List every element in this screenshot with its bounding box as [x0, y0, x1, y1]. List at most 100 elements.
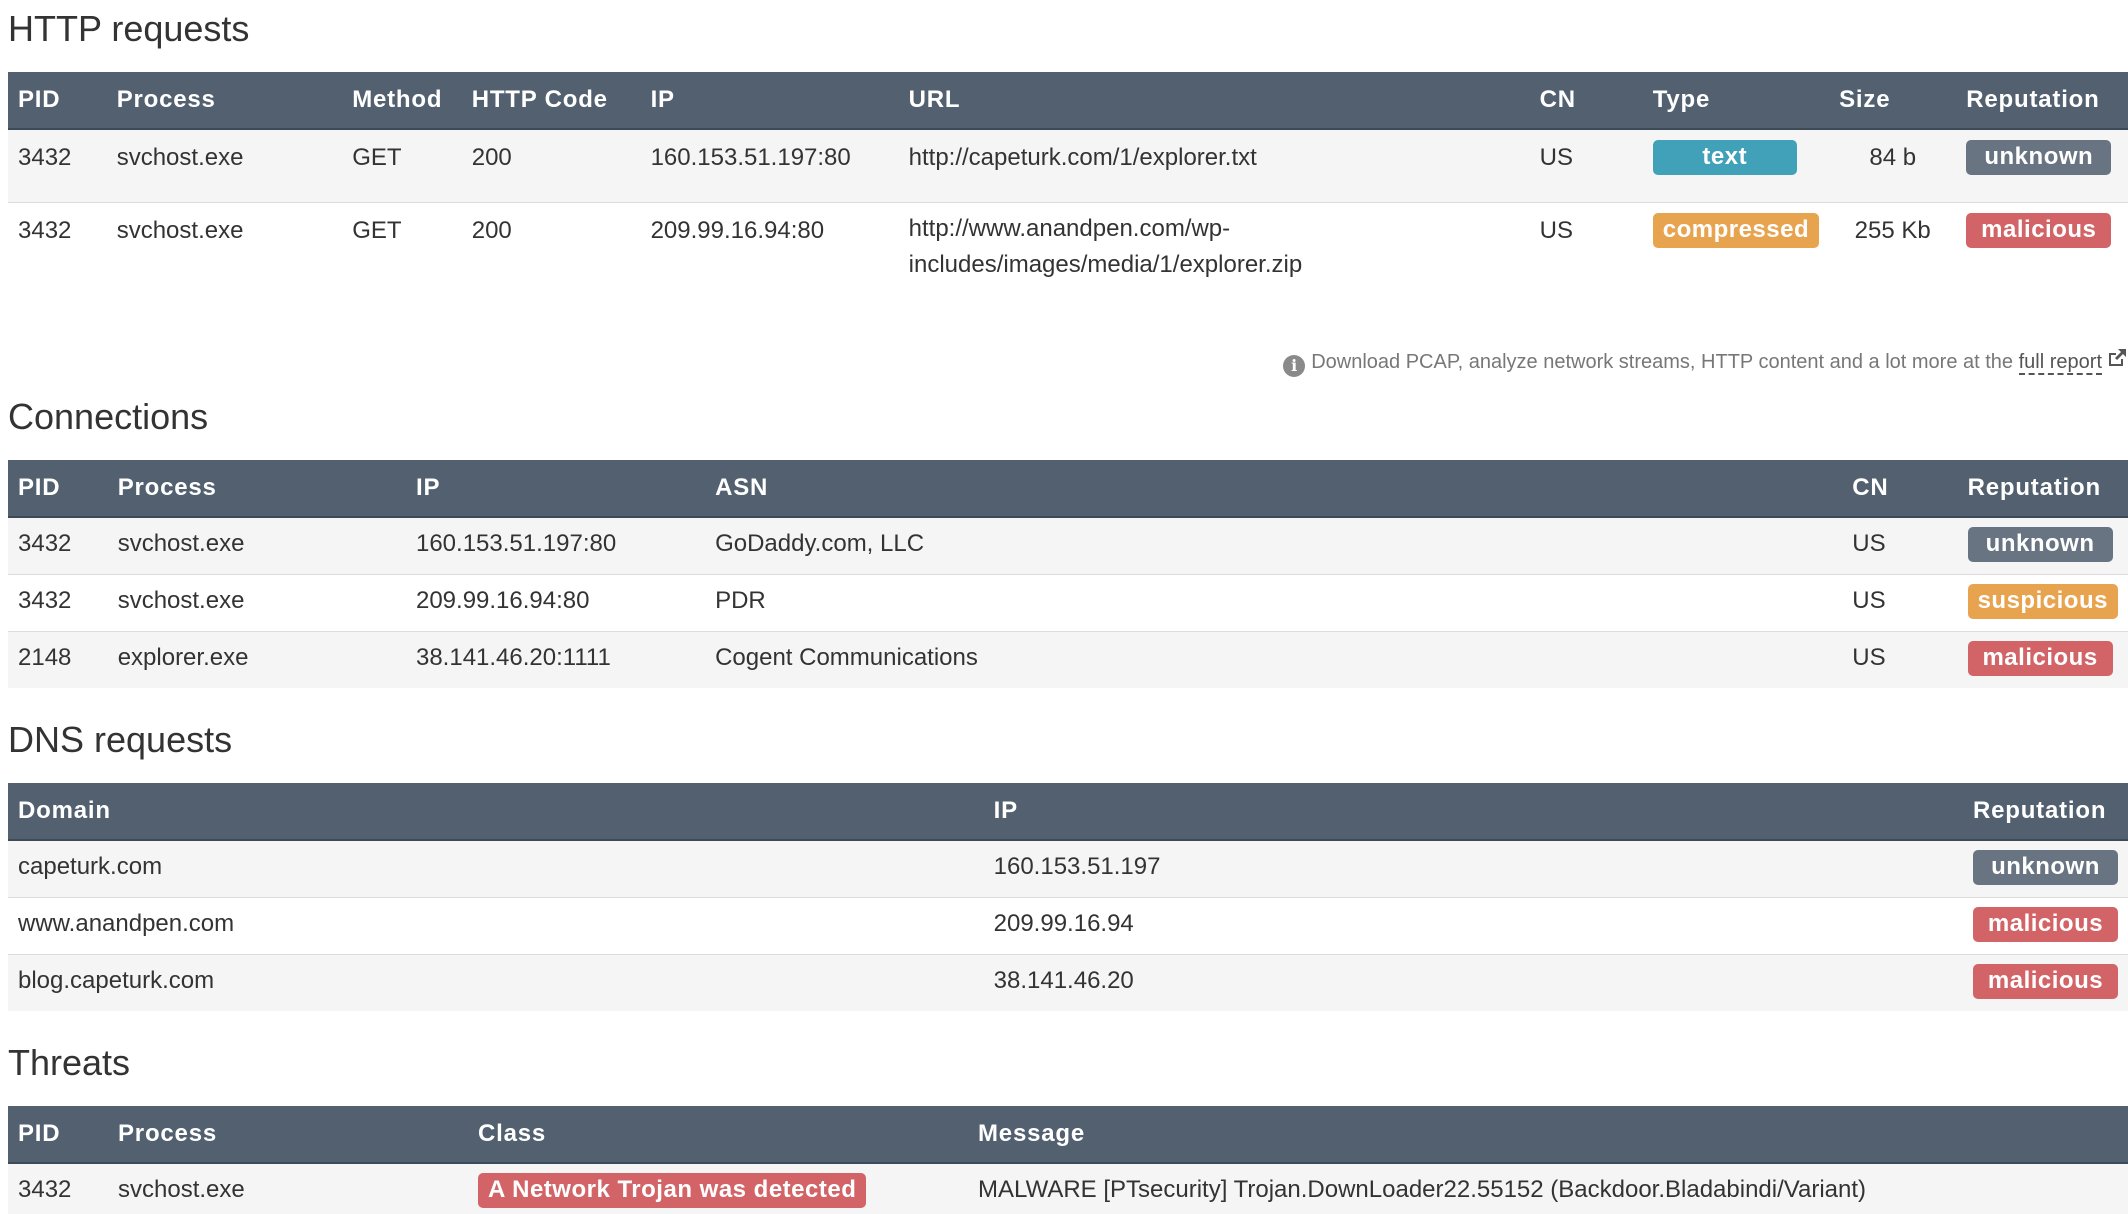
dns-requests-title: DNS requests — [8, 719, 233, 760]
reputation-badge[interactable]: malicious — [1966, 212, 2112, 248]
cell-process: explorer.exe — [107, 630, 406, 688]
cell-url[interactable]: http://www.anandpen.com/wp- includes/ima… — [898, 201, 1530, 320]
col-header-pid[interactable]: PID — [8, 1106, 108, 1164]
cell-asn: GoDaddy.com, LLC — [705, 516, 1843, 574]
table-row[interactable]: capeturk.com 160.153.51.197 unknown — [8, 839, 2128, 897]
cell-ip: 38.141.46.20:1111 — [405, 630, 706, 688]
cell-reputation: malicious — [1962, 896, 2128, 954]
col-header-reputation[interactable]: Reputation — [1957, 460, 2128, 518]
col-header-ip[interactable]: IP — [640, 72, 899, 130]
cell-cn: US — [1529, 128, 1643, 202]
cell-reputation: malicious — [1962, 953, 2128, 1011]
cell-size: 84 b — [1829, 128, 1957, 202]
cell-process: svchost.exe — [106, 201, 343, 320]
cell-method: GET — [342, 201, 462, 320]
reputation-badge[interactable]: malicious — [1967, 640, 2113, 676]
col-header-ip[interactable]: IP — [983, 783, 1963, 841]
cell-process: svchost.exe — [108, 1162, 468, 1214]
col-header-process[interactable]: Process — [108, 1106, 468, 1164]
url-line-1[interactable]: http://capeturk.com/1/explorer.txt — [909, 144, 1257, 171]
reputation-badge[interactable]: malicious — [1972, 906, 2118, 942]
cell-type: compressed — [1642, 201, 1830, 320]
cell-asn: PDR — [705, 573, 1843, 631]
col-header-domain[interactable]: Domain — [8, 783, 984, 841]
cell-http-code: 200 — [461, 128, 641, 202]
table-row[interactable]: 3432 svchost.exe 160.153.51.197:80 GoDad… — [8, 516, 2128, 574]
col-header-asn[interactable]: ASN — [705, 460, 1843, 518]
url-line-1[interactable]: http://www.anandpen.com/wp- — [909, 211, 1520, 247]
cell-http-code: 200 — [461, 201, 641, 320]
connections-title: Connections — [8, 396, 209, 437]
col-header-ip[interactable]: IP — [405, 460, 706, 518]
cell-cn: US — [1842, 630, 1958, 688]
cell-reputation: malicious — [1956, 201, 2128, 320]
http-requests-title: HTTP requests — [8, 8, 250, 49]
cell-process: svchost.exe — [106, 128, 343, 202]
info-icon: i — [1283, 355, 1306, 377]
reputation-badge[interactable]: suspicious — [1967, 583, 2118, 619]
cell-ip: 209.99.16.94:80 — [640, 201, 899, 320]
cell-cn: US — [1842, 516, 1958, 574]
cell-pid: 3432 — [8, 573, 108, 631]
col-header-process[interactable]: Process — [106, 72, 343, 130]
external-link-icon[interactable] — [2106, 348, 2128, 374]
table-header-row: PID Process IP ASN CN Reputation — [8, 460, 2128, 518]
type-badge: compressed — [1652, 212, 1820, 248]
cell-pid: 3432 — [8, 516, 108, 574]
col-header-message[interactable]: Message — [968, 1106, 2128, 1164]
cell-type: text — [1642, 128, 1830, 202]
col-header-url[interactable]: URL — [898, 72, 1530, 130]
cell-reputation: suspicious — [1957, 573, 2128, 631]
cell-process: svchost.exe — [107, 573, 406, 631]
table-header-row: Domain IP Reputation — [8, 783, 2128, 841]
col-header-type[interactable]: Type — [1642, 72, 1830, 130]
cell-domain: www.anandpen.com — [8, 896, 984, 954]
col-header-process[interactable]: Process — [107, 460, 406, 518]
table-header-row: PID Process Method HTTP Code IP URL CN T… — [8, 72, 2128, 130]
full-report-link[interactable]: full report — [2018, 351, 2102, 375]
table-row[interactable]: www.anandpen.com 209.99.16.94 malicious — [8, 896, 2128, 954]
cell-ip: 160.153.51.197:80 — [640, 128, 899, 202]
cell-ip: 38.141.46.20 — [983, 953, 1963, 1011]
dns-requests-table: Domain IP Reputation capeturk.com 160.15… — [8, 783, 2128, 1011]
cell-method: GET — [342, 128, 462, 202]
reputation-badge[interactable]: malicious — [1972, 963, 2118, 999]
url-line-2[interactable]: includes/images/media/1/explorer.zip — [909, 247, 1520, 283]
cell-reputation: unknown — [1956, 128, 2128, 202]
cell-message: MALWARE [PTsecurity] Trojan.DownLoader22… — [968, 1162, 2128, 1214]
http-requests-table: PID Process Method HTTP Code IP URL CN T… — [8, 72, 2128, 320]
table-row[interactable]: 3432 svchost.exe A Network Trojan was de… — [8, 1162, 2128, 1214]
cell-ip: 160.153.51.197 — [983, 839, 1963, 897]
table-row[interactable]: 3432 svchost.exe GET 200 160.153.51.197:… — [8, 128, 2128, 202]
col-header-size[interactable]: Size — [1829, 72, 1957, 130]
col-header-class[interactable]: Class — [468, 1106, 968, 1164]
cell-domain: blog.capeturk.com — [8, 953, 984, 1011]
cell-reputation: malicious — [1957, 630, 2128, 688]
col-header-method[interactable]: Method — [342, 72, 462, 130]
cell-reputation: unknown — [1962, 839, 2128, 897]
table-row[interactable]: 2148 explorer.exe 38.141.46.20:1111 Coge… — [8, 630, 2128, 688]
col-header-http-code[interactable]: HTTP Code — [461, 72, 641, 130]
threat-class-badge: A Network Trojan was detected — [478, 1173, 867, 1208]
table-row[interactable]: blog.capeturk.com 38.141.46.20 malicious — [8, 953, 2128, 1011]
cell-reputation: unknown — [1957, 516, 2128, 574]
cell-size: 255 Kb — [1829, 201, 1957, 320]
cell-pid: 3432 — [8, 128, 107, 202]
reputation-badge[interactable]: unknown — [1967, 527, 2113, 562]
reputation-badge[interactable]: unknown — [1966, 140, 2112, 175]
reputation-badge[interactable]: unknown — [1972, 850, 2118, 885]
table-row[interactable]: 3432 svchost.exe GET 200 209.99.16.94:80… — [8, 201, 2128, 320]
cell-cn: US — [1842, 573, 1958, 631]
table-row[interactable]: 3432 svchost.exe 209.99.16.94:80 PDR US … — [8, 573, 2128, 631]
col-header-reputation[interactable]: Reputation — [1956, 72, 2128, 130]
col-header-pid[interactable]: PID — [8, 460, 108, 518]
threats-table: PID Process Class Message 3432 svchost.e… — [8, 1106, 2128, 1214]
cell-ip: 209.99.16.94:80 — [405, 573, 706, 631]
col-header-reputation[interactable]: Reputation — [1962, 783, 2128, 841]
cell-domain: capeturk.com — [8, 839, 984, 897]
cell-pid: 3432 — [8, 201, 107, 320]
cell-url[interactable]: http://capeturk.com/1/explorer.txt — [898, 128, 1530, 202]
col-header-cn[interactable]: CN — [1529, 72, 1643, 130]
col-header-cn[interactable]: CN — [1842, 460, 1958, 518]
col-header-pid[interactable]: PID — [8, 72, 107, 130]
